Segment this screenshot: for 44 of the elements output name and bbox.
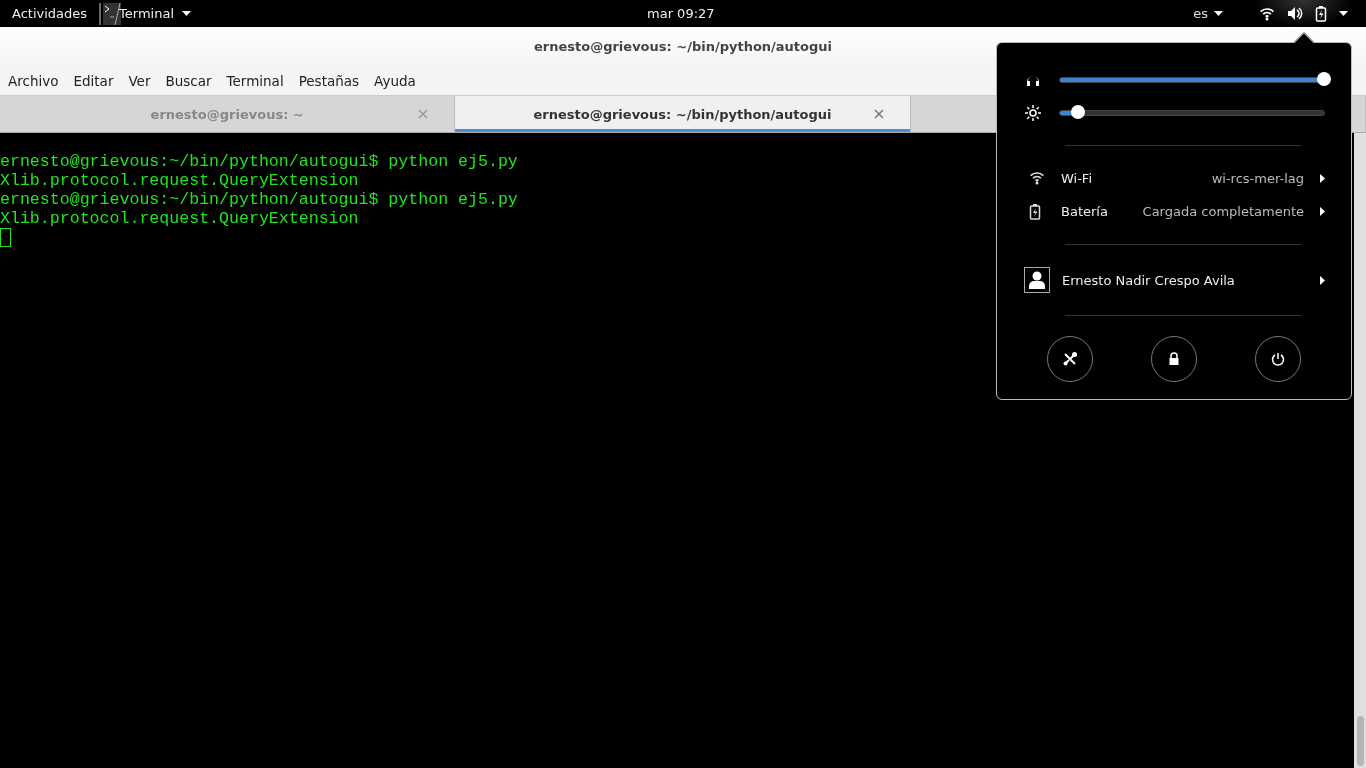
- clock[interactable]: mar 09:27: [647, 6, 715, 21]
- terminal-line: ernesto@grievous:~/bin/python/autogui$ python ej5.py: [0, 190, 518, 209]
- menu-item[interactable]: Editar: [73, 73, 123, 89]
- caret-icon: [1214, 11, 1223, 16]
- close-icon: [873, 109, 884, 119]
- menu-item[interactable]: Buscar: [165, 73, 221, 89]
- power-button[interactable]: [1255, 336, 1301, 382]
- settings-button[interactable]: [1047, 336, 1093, 382]
- menu-item[interactable]: Archivo: [8, 73, 68, 89]
- volume-icon: [1287, 6, 1303, 21]
- close-icon: [418, 109, 429, 119]
- lock-button[interactable]: [1151, 336, 1197, 382]
- scrollbar[interactable]: [1354, 133, 1366, 768]
- terminal-line: Xlib.protocol.request.QueryExtension: [0, 171, 359, 190]
- user-row[interactable]: Ernesto Nadir Crespo Avila: [1024, 261, 1325, 299]
- menu-item[interactable]: Ver: [128, 73, 160, 89]
- wifi-icon: [1259, 6, 1275, 21]
- scrollbar-thumb[interactable]: [1357, 716, 1364, 766]
- terminal-line: ernesto@grievous:~/bin/python/autogui$ python ej5.py: [0, 152, 518, 171]
- caret-icon: [1339, 11, 1348, 16]
- arrow-right-icon: [1320, 275, 1325, 285]
- wifi-icon: [1029, 170, 1045, 187]
- input-source-button[interactable]: es: [1193, 6, 1223, 21]
- cursor: [0, 228, 11, 247]
- tab[interactable]: ernesto@grievous: ~/bin/python/autogui: [455, 96, 911, 132]
- menu-row[interactable]: Batería Cargada completamente: [1025, 195, 1325, 228]
- power-icon: [1270, 351, 1286, 367]
- arrow-right-icon: [1320, 207, 1325, 216]
- menu-item[interactable]: Terminal: [226, 73, 293, 89]
- brightness-icon: [1025, 104, 1041, 121]
- tools-icon: [1062, 351, 1078, 367]
- slider-thumb[interactable]: [1317, 71, 1331, 86]
- menu-row[interactable]: Wi-Fi wi-rcs-mer-lag: [1025, 162, 1325, 195]
- activities-button[interactable]: Actividades: [0, 6, 100, 21]
- slider-thumb[interactable]: [1071, 104, 1086, 119]
- caret-icon: [182, 11, 192, 16]
- arrow-right-icon: [1320, 174, 1325, 183]
- avatar-icon: [1024, 267, 1050, 293]
- terminal-line: Xlib.protocol.request.QueryExtension: [0, 209, 359, 228]
- battery-icon: [1315, 5, 1327, 22]
- app-menu-button[interactable]: Terminal: [99, 2, 192, 25]
- menu-item[interactable]: Pestañas: [298, 73, 369, 89]
- menu-item[interactable]: Ayuda: [374, 73, 425, 89]
- battery-icon: [1029, 203, 1041, 220]
